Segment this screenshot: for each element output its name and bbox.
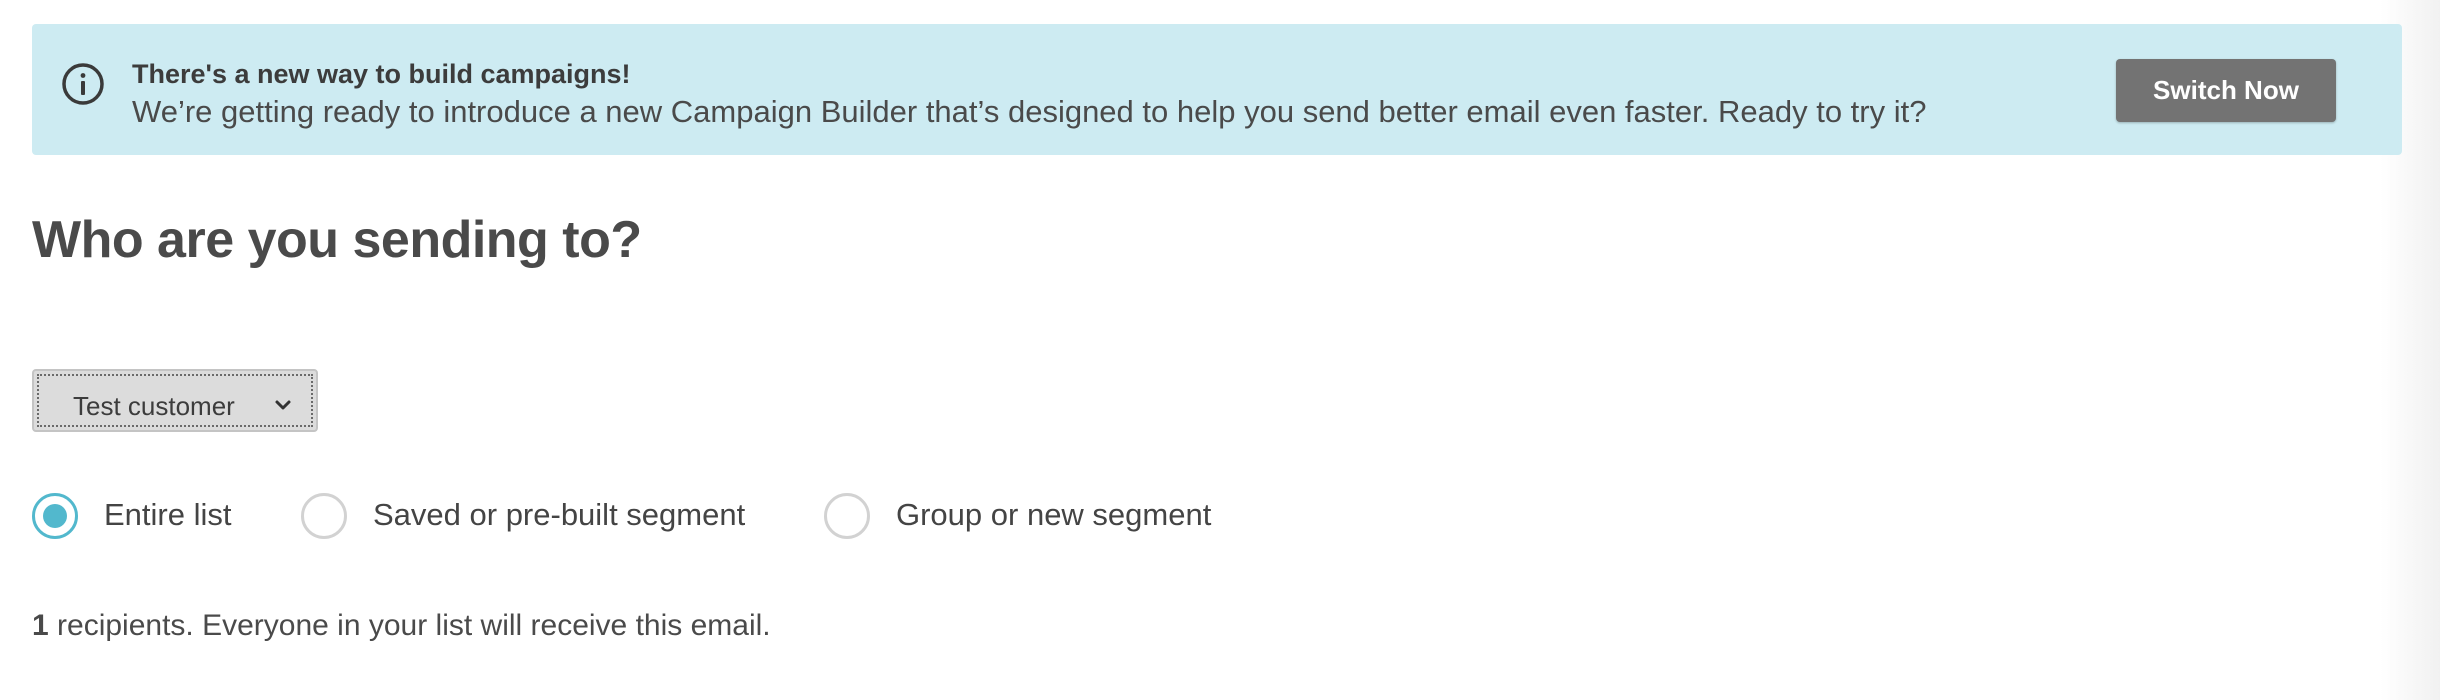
chevron-down-icon xyxy=(273,395,293,415)
radio-button[interactable] xyxy=(824,493,870,539)
list-select-dropdown[interactable]: Test customer xyxy=(32,369,318,432)
info-icon xyxy=(60,61,106,107)
radio-label-entire-list: Entire list xyxy=(104,497,232,532)
page-title: Who are you sending to? xyxy=(32,211,642,269)
banner-title: There's a new way to build campaigns! xyxy=(132,59,631,89)
radio-group-segment[interactable]: Group or new segment xyxy=(824,493,1234,539)
focus-ring: Test customer xyxy=(37,374,313,427)
radio-entire-list[interactable]: Entire list xyxy=(32,493,262,539)
list-select-value: Test customer xyxy=(73,391,235,421)
recipients-summary: 1 recipients. Everyone in your list will… xyxy=(32,606,771,646)
radio-label-saved-segment: Saved or pre-built segment xyxy=(373,497,746,532)
banner-message: We’re getting ready to introduce a new C… xyxy=(132,94,1927,129)
radio-button[interactable] xyxy=(301,493,347,539)
radio-button-checked[interactable] xyxy=(32,493,78,539)
radio-saved-segment[interactable]: Saved or pre-built segment xyxy=(301,493,771,539)
switch-now-button[interactable]: Switch Now xyxy=(2116,59,2336,122)
recipients-description: recipients. Everyone in your list will r… xyxy=(48,609,771,642)
recipient-count: 1 xyxy=(32,609,49,642)
radio-selected-dot xyxy=(43,504,67,528)
new-builder-banner: There's a new way to build campaigns! We… xyxy=(32,24,2402,155)
radio-label-group-segment: Group or new segment xyxy=(896,497,1212,532)
